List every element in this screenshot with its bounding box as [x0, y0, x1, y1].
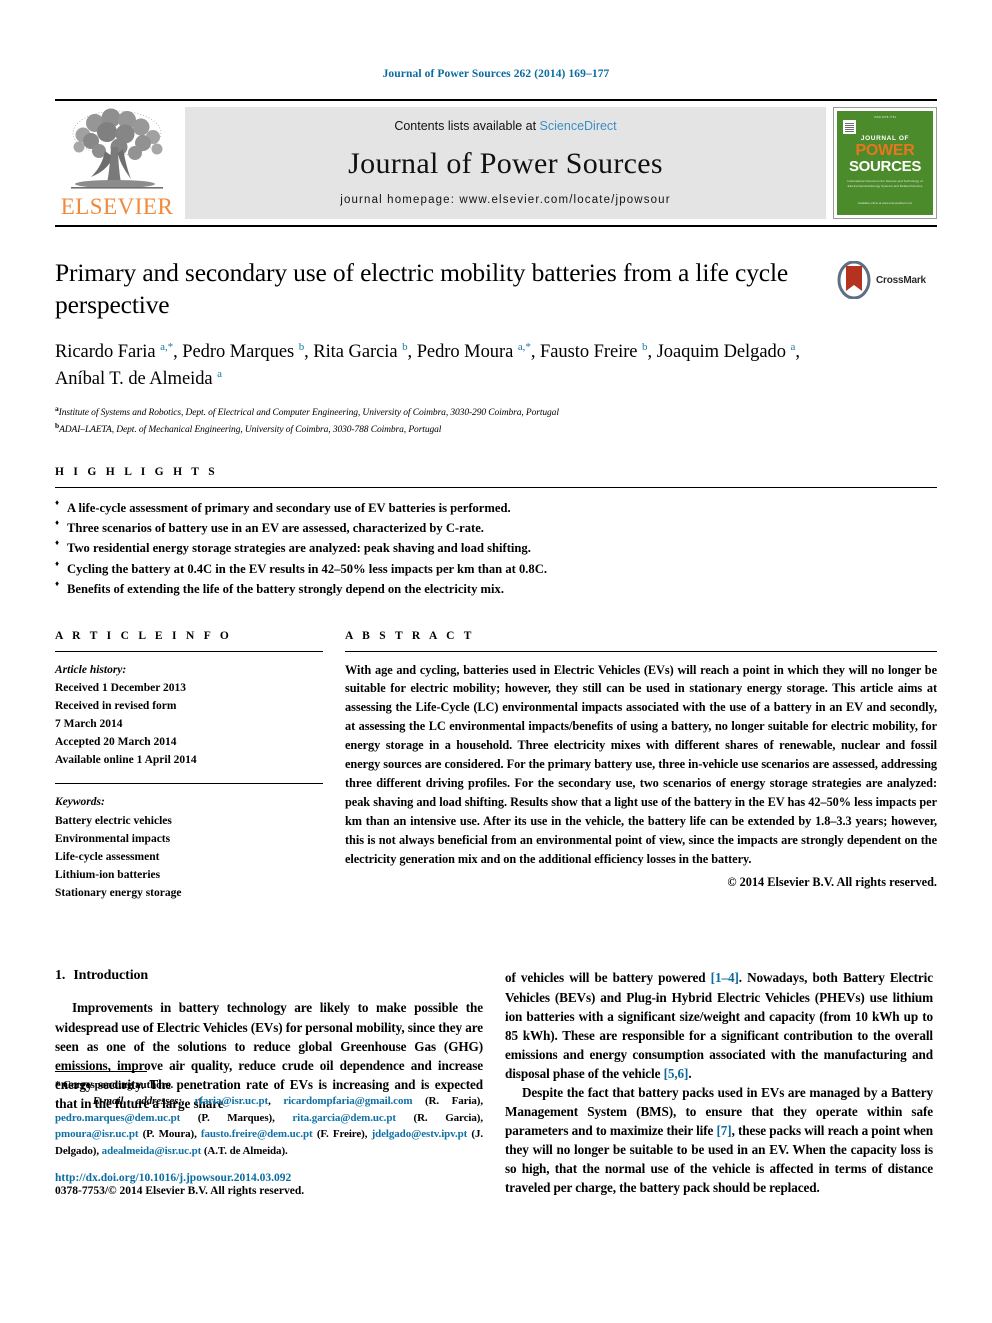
citation-ref[interactable]: [1–4]: [711, 970, 739, 985]
email-link[interactable]: pedro.marques@dem.uc.pt: [55, 1112, 180, 1124]
doi-link[interactable]: http://dx.doi.org/10.1016/j.jpowsour.201…: [55, 1172, 483, 1184]
elsevier-wordmark: ELSEVIER: [60, 194, 174, 219]
email-link[interactable]: jdelgado@estv.ipv.pt: [372, 1128, 468, 1140]
article-history-block: Article history: Received 1 December 201…: [55, 652, 323, 770]
abstract-text: With age and cycling, batteries used in …: [345, 662, 937, 866]
running-head: Journal of Power Sources 262 (2014) 169–…: [382, 68, 610, 80]
cover-issn: ISSN 0378-7753: [874, 116, 896, 119]
cover-power: POWER: [855, 142, 915, 159]
journal-cover-thumbnail: ISSN 0378-7753 JOURNAL OF POWER SOURCES …: [833, 107, 937, 219]
keyword: Environmental impacts: [55, 832, 171, 845]
highlights-section: H I G H L I G H T S A life-cycle assessm…: [55, 466, 937, 600]
history-line: Received 1 December 2013: [55, 681, 187, 694]
section-heading-introduction: 1. Introduction: [55, 968, 483, 984]
citation-ref[interactable]: [7]: [716, 1123, 731, 1138]
footnote-rule: [55, 1070, 147, 1072]
list-item: Two residential energy storage strategie…: [55, 537, 937, 558]
crossmark-label: CrossMark: [876, 274, 926, 286]
contents-prefix: Contents lists available at: [394, 119, 540, 133]
section-title: Introduction: [73, 968, 149, 984]
cover-footer: Available online at www.sciencedirect.co…: [857, 201, 913, 206]
sciencedirect-link[interactable]: ScienceDirect: [540, 119, 617, 133]
email-sep: (F. Freire),: [312, 1128, 372, 1141]
email-link[interactable]: adealmeida@isr.uc.pt: [102, 1145, 202, 1157]
affiliation-text-a: Institute of Systems and Robotics, Dept.…: [58, 407, 559, 418]
email-link[interactable]: rita.garcia@dem.uc.pt: [292, 1112, 396, 1124]
page-title: Primary and secondary use of electric mo…: [55, 258, 789, 320]
keyword: Battery electric vehicles: [55, 814, 172, 827]
section-number: 1.: [55, 968, 66, 984]
affiliation-a: aInstitute of Systems and Robotics, Dept…: [55, 403, 829, 420]
email-link[interactable]: ricardompfaria@gmail.com: [283, 1095, 412, 1107]
email-label: E-mail addresses:: [92, 1095, 182, 1108]
list-item: Benefits of extending the life of the ba…: [55, 578, 937, 599]
abstract-heading: A B S T R A C T: [345, 629, 475, 642]
email-sep: (P. Moura),: [138, 1128, 201, 1141]
list-item: Cycling the battery at 0.4C in the EV re…: [55, 558, 937, 579]
text-run: of vehicles will be battery powered: [505, 970, 711, 986]
email-link[interactable]: rfaria@isr.uc.pt: [194, 1095, 268, 1107]
masthead-center: Contents lists available at ScienceDirec…: [185, 107, 826, 219]
email-addresses-note: E-mail addresses: rfaria@isr.uc.pt, rica…: [55, 1093, 483, 1159]
body-column-left: 1. Introduction Improvements in battery t…: [55, 968, 483, 1197]
corresponding-author-note: * Corresponding authors.: [55, 1078, 174, 1091]
elsevier-logo: ELSEVIER: [55, 101, 179, 225]
keyword: Life-cycle assessment: [55, 850, 160, 863]
doi-block: http://dx.doi.org/10.1016/j.jpowsour.201…: [55, 1172, 483, 1197]
author-list: Ricardo Faria a,*, Pedro Marques b, Rita…: [55, 341, 800, 389]
abstract-column: A B S T R A C T With age and cycling, ba…: [345, 630, 937, 903]
issn-copyright-line: 0378-7753/© 2014 Elsevier B.V. All right…: [55, 1185, 305, 1198]
keywords-block: Keywords: Battery electric vehicles Envi…: [55, 783, 323, 902]
keyword: Lithium-ion batteries: [55, 869, 161, 882]
highlights-list: A life-cycle assessment of primary and s…: [55, 488, 937, 600]
article-info-heading: A R T I C L E I N F O: [55, 629, 233, 642]
email-sep: (R. Faria),: [412, 1095, 483, 1108]
crossmark-icon: [837, 260, 871, 300]
citation-ref[interactable]: [5,6]: [664, 1066, 689, 1081]
article-history-label: Article history:: [55, 663, 127, 676]
history-line: 7 March 2014: [55, 718, 123, 731]
history-line: Available online 1 April 2014: [55, 754, 197, 767]
title-block: Primary and secondary use of electric mo…: [55, 257, 937, 438]
history-line: Received in revised form: [55, 699, 177, 712]
journal-homepage[interactable]: journal homepage: www.elsevier.com/locat…: [340, 194, 670, 206]
email-sep: (A.T. de Almeida).: [201, 1144, 288, 1157]
journal-masthead: ELSEVIER Contents lists available at Sci…: [55, 99, 937, 227]
cover-subtitle: International Journal on the Science and…: [847, 179, 923, 188]
paper-page: Journal of Power Sources 262 (2014) 169–…: [0, 0, 992, 1323]
list-item: A life-cycle assessment of primary and s…: [55, 497, 937, 518]
email-link[interactable]: pmoura@isr.uc.pt: [55, 1128, 139, 1140]
highlights-heading: H I G H L I G H T S: [55, 465, 218, 478]
cover-sources: SOURCES: [848, 158, 922, 175]
text-run: .: [688, 1065, 692, 1081]
crossmark-badge[interactable]: CrossMark: [837, 259, 937, 301]
affiliation-list: aInstitute of Systems and Robotics, Dept…: [55, 403, 829, 438]
body-column-right: of vehicles will be battery powered [1–4…: [505, 968, 933, 1197]
keywords-label: Keywords:: [55, 796, 105, 809]
footnote-area: * Corresponding authors. E-mail addresse…: [55, 1070, 483, 1197]
contents-available-line: Contents lists available at ScienceDirec…: [394, 119, 616, 133]
intro-paragraph-right-2: Despite the fact that battery packs used…: [505, 1083, 933, 1197]
info-abstract-section: A R T I C L E I N F O Article history: R…: [55, 630, 937, 903]
abstract-copyright: © 2014 Elsevier B.V. All rights reserved…: [727, 874, 937, 889]
elsevier-tree-icon: [65, 107, 169, 195]
intro-paragraph-right-1: of vehicles will be battery powered [1–4…: [505, 968, 933, 1082]
keyword: Stationary energy storage: [55, 887, 182, 900]
cover-journal-of: JOURNAL OF: [860, 135, 910, 142]
email-link[interactable]: fausto.freire@dem.uc.pt: [201, 1128, 313, 1140]
list-item: Three scenarios of battery use in an EV …: [55, 517, 937, 538]
text-run: . Nowadays, both Battery Electric Vehicl…: [505, 970, 933, 1081]
cover-elsevier-icon: [843, 120, 856, 134]
email-sep: ,: [268, 1095, 284, 1108]
affiliation-b: bADAI–LAETA, Dept. of Mechanical Enginee…: [55, 420, 829, 437]
email-sep: (P. Marques),: [180, 1111, 293, 1124]
history-line: Accepted 20 March 2014: [55, 736, 177, 749]
journal-title: Journal of Power Sources: [348, 146, 663, 180]
article-info-column: A R T I C L E I N F O Article history: R…: [55, 630, 323, 903]
body-columns: 1. Introduction Improvements in battery t…: [55, 968, 937, 1197]
affiliation-text-b: ADAI–LAETA, Dept. of Mechanical Engineer…: [59, 425, 442, 436]
email-sep: (R. Garcia),: [395, 1111, 484, 1124]
